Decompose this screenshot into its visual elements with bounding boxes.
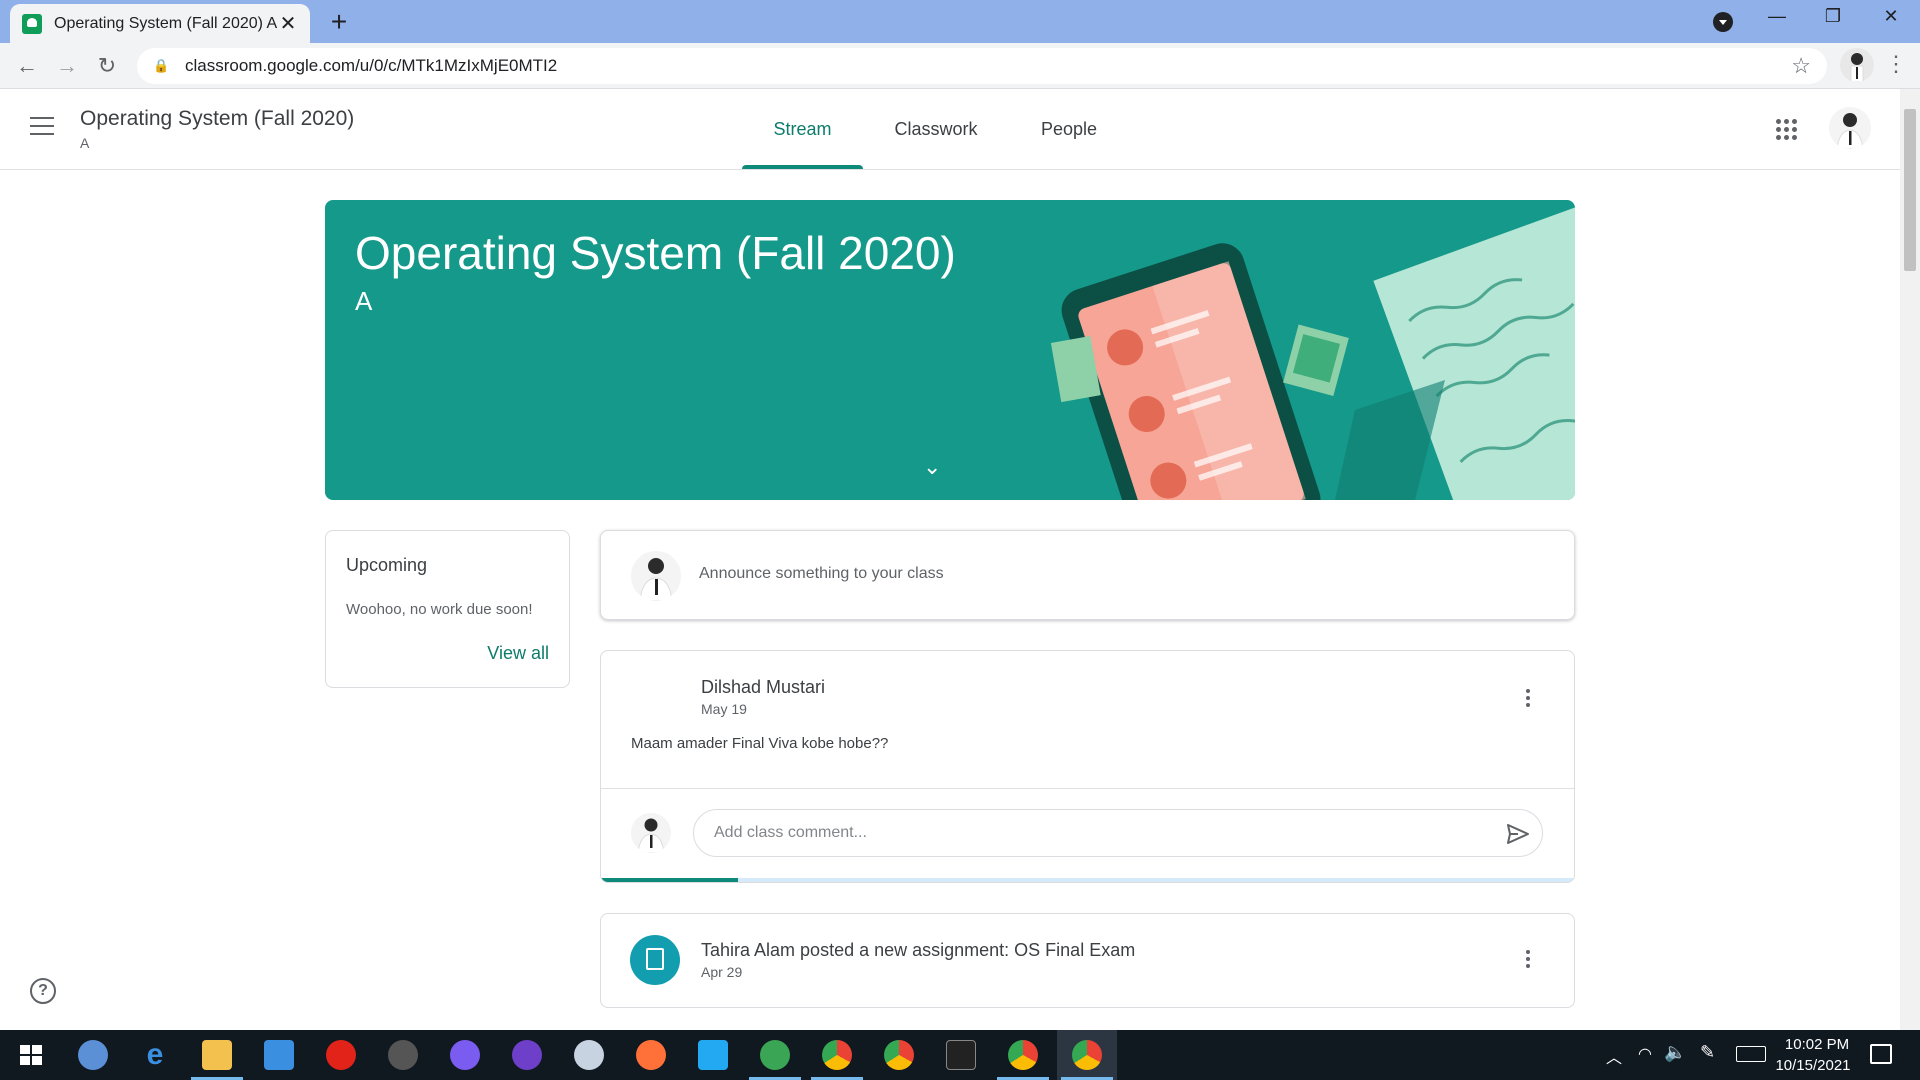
vscode-icon[interactable] [698, 1040, 728, 1070]
chevron-down-icon[interactable]: ⌄ [923, 454, 941, 480]
browser-tab-title: Operating System (Fall 2020) A [54, 14, 278, 32]
tab-stream[interactable]: Stream [742, 89, 863, 169]
keyboard-icon[interactable] [1736, 1046, 1766, 1062]
chrome-active-icon[interactable] [1072, 1040, 1102, 1070]
chrome-profile-menu-icon[interactable] [1713, 12, 1733, 32]
class-name[interactable]: Operating System (Fall 2020) [80, 107, 354, 131]
more-options-icon[interactable] [1526, 950, 1532, 968]
user-avatar [631, 551, 681, 601]
forward-button[interactable]: → [52, 51, 82, 81]
google-apps-icon[interactable] [1776, 119, 1798, 141]
active-tab-indicator [742, 165, 863, 169]
post-body: Maam amader Final Viva kobe hobe?? [631, 735, 889, 752]
stream-post-assignment[interactable]: Tahira Alam posted a new assignment: OS … [600, 913, 1575, 1008]
more-options-icon[interactable] [1526, 689, 1532, 707]
mail-icon[interactable] [264, 1040, 294, 1070]
edge-icon[interactable]: e [140, 1040, 170, 1070]
class-section: A [80, 135, 90, 151]
upcoming-card: Upcoming Woohoo, no work due soon! View … [325, 530, 570, 688]
github-icon[interactable] [512, 1040, 542, 1070]
loading-progress-fill [601, 878, 738, 882]
tray-chevron-up-icon[interactable]: ︿ [1606, 1044, 1622, 1068]
browser-profile-avatar[interactable] [1840, 48, 1874, 82]
tab-classwork[interactable]: Classwork [878, 89, 994, 169]
post-author: Tahira Alam posted a new assignment: OS … [701, 940, 1136, 960]
upcoming-empty-text: Woohoo, no work due soon! [346, 601, 533, 618]
browser-tab[interactable]: Operating System (Fall 2020) A ✕ [10, 4, 310, 43]
restore-button[interactable]: ❐ [1818, 6, 1848, 27]
help-icon[interactable]: ? [30, 978, 56, 1004]
wifi-icon[interactable]: ◠ [1638, 1044, 1652, 1064]
pen-icon[interactable]: ✎ [1700, 1042, 1715, 1063]
opera-icon[interactable] [326, 1040, 356, 1070]
address-url: classroom.google.com/u/0/c/MTk1MzIxMjE0M… [185, 56, 558, 75]
terminal-icon[interactable] [946, 1040, 976, 1070]
main-menu-icon[interactable] [30, 117, 54, 137]
assignment-icon [630, 935, 680, 985]
post-date: Apr 29 [701, 964, 743, 980]
scrollbar-thumb[interactable] [1904, 109, 1916, 271]
tab-people[interactable]: People [1020, 89, 1118, 169]
stream-post: Dilshad Mustari May 19 Maam amader Final… [600, 650, 1575, 883]
view-all-link[interactable]: View all [487, 643, 549, 664]
clock-date[interactable]: 10/15/2021 [1770, 1057, 1856, 1074]
lock-icon: 🔒 [153, 58, 170, 73]
browser-menu-icon[interactable]: ⋮ [1885, 51, 1907, 77]
address-bar[interactable]: 🔒 classroom.google.com/u/0/c/MTk1MzIxMjE… [137, 48, 1827, 84]
chrome-profile-icon[interactable] [822, 1040, 852, 1070]
account-avatar[interactable] [1829, 107, 1871, 149]
qbittorrent-icon[interactable] [78, 1040, 108, 1070]
post-date: May 19 [701, 701, 747, 717]
browser-toolbar: ← → ↻ 🔒 classroom.google.com/u/0/c/MTk1M… [0, 43, 1920, 89]
browser-titlebar: Operating System (Fall 2020) A ✕ + — ❐ ✕ [0, 0, 1920, 43]
classroom-header: Operating System (Fall 2020) A Stream Cl… [0, 89, 1900, 170]
close-tab-icon[interactable]: ✕ [278, 11, 298, 36]
new-tab-button[interactable]: + [324, 6, 354, 38]
bookmark-star-icon[interactable]: ☆ [1791, 53, 1811, 79]
messenger-icon[interactable] [450, 1040, 480, 1070]
post-author: Dilshad Mustari [701, 677, 826, 697]
page-scrollbar[interactable] [1900, 89, 1920, 1030]
windows-start-icon[interactable] [16, 1040, 46, 1070]
comment-placeholder: Add class comment... [714, 824, 867, 841]
close-window-button[interactable]: ✕ [1876, 6, 1906, 27]
volume-icon[interactable]: 🔈 [1664, 1042, 1686, 1063]
class-comment-input[interactable]: Add class comment... [693, 809, 1543, 857]
reload-button[interactable]: ↻ [92, 51, 122, 81]
notifications-icon[interactable] [1870, 1044, 1892, 1064]
chrome-icon[interactable] [884, 1040, 914, 1070]
post-divider [601, 788, 1574, 789]
globe-app-icon[interactable] [760, 1040, 790, 1070]
announce-box[interactable]: Announce something to your class [600, 530, 1575, 620]
loading-progress-bar [601, 878, 1574, 882]
clock-time[interactable]: 10:02 PM [1782, 1036, 1852, 1053]
upcoming-heading: Upcoming [346, 555, 428, 575]
file-explorer-icon[interactable] [202, 1040, 232, 1070]
paint-app-icon[interactable] [574, 1040, 604, 1070]
send-icon[interactable] [1504, 820, 1532, 848]
class-banner: Operating System (Fall 2020) A ⌄ [325, 200, 1575, 500]
firefox-icon[interactable] [636, 1040, 666, 1070]
back-button[interactable]: ← [12, 51, 42, 81]
satellite-app-icon[interactable] [388, 1040, 418, 1070]
minimize-button[interactable]: — [1762, 6, 1792, 27]
commenter-avatar [631, 813, 671, 853]
banner-class-title[interactable]: Operating System (Fall 2020) [355, 226, 956, 280]
classroom-favicon-icon [22, 13, 42, 34]
chrome-ek-profile-icon[interactable] [1008, 1040, 1038, 1070]
announce-placeholder: Announce something to your class [699, 565, 944, 582]
banner-class-section: A [355, 286, 373, 316]
windows-taskbar: e ︿ ◠ 🔈 ✎ 10:02 PM 10/15/2021 [0, 1030, 1920, 1080]
